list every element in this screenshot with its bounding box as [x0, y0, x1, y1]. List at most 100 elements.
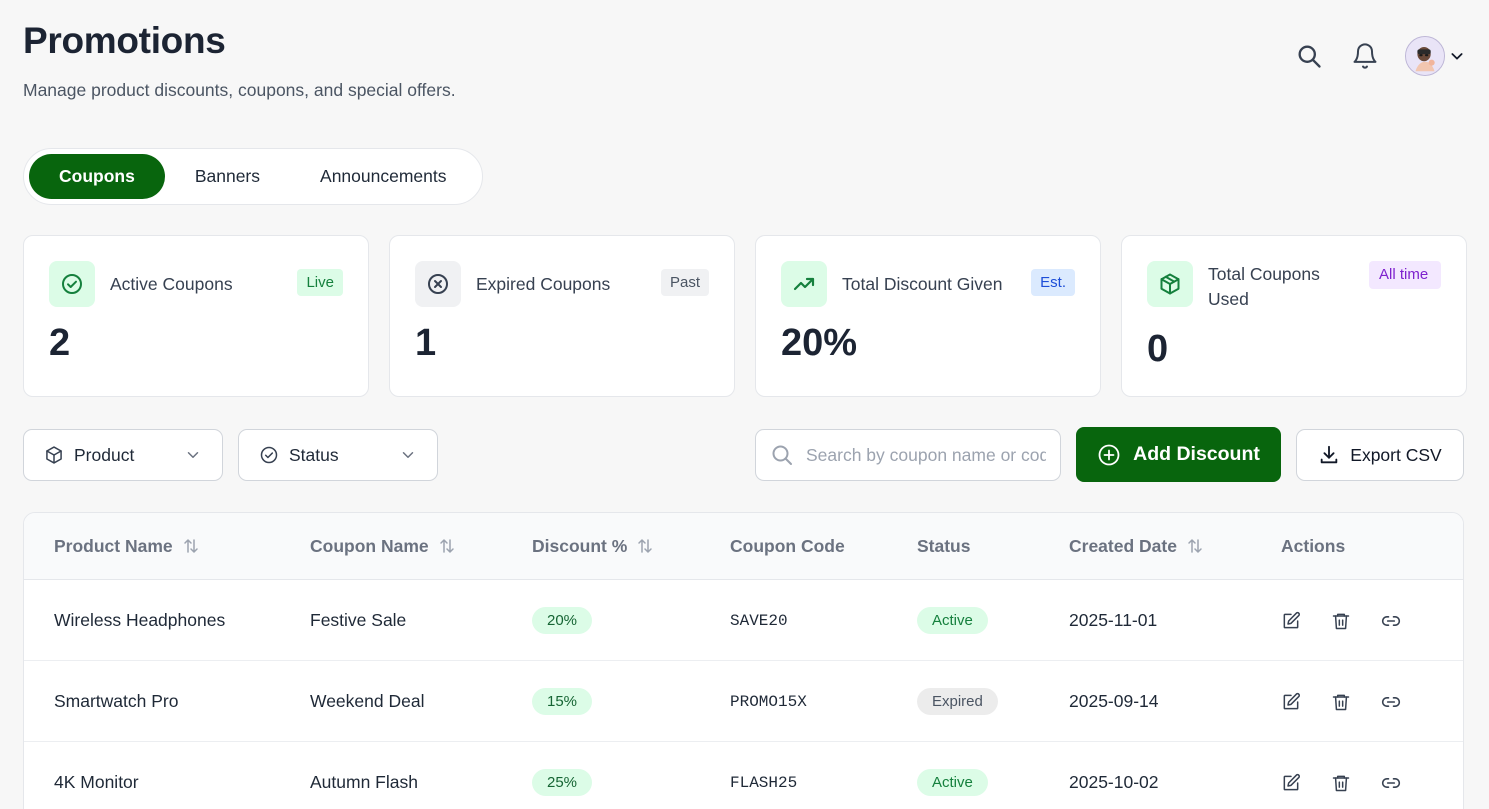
- status-badge: Expired: [917, 688, 998, 715]
- stat-badge: Live: [297, 269, 343, 296]
- coupon-code: FLASH25: [730, 773, 798, 792]
- check-circle-icon: [260, 446, 278, 464]
- coupon-name: Autumn Flash: [310, 772, 418, 792]
- stat-card-coupons-used: Total Coupons Used All time 0: [1121, 235, 1467, 397]
- discount-badge: 25%: [532, 769, 593, 796]
- sort-icon: [638, 539, 653, 553]
- avatar: [1405, 36, 1445, 76]
- box-icon: [46, 446, 62, 464]
- link-icon[interactable]: [1381, 692, 1401, 712]
- discount-cell: 25%: [532, 742, 593, 809]
- stat-value: 20%: [781, 322, 858, 364]
- stats-cards: Active Coupons Live 2 Expired Coupons Pa…: [23, 235, 1467, 397]
- coupon-search: [755, 429, 1061, 481]
- sort-icon: [1188, 539, 1202, 553]
- status-cell: Expired: [917, 661, 998, 742]
- status-filter-label: Status: [289, 444, 339, 465]
- filters: Product Status: [23, 429, 438, 481]
- x-circle-icon: [415, 261, 461, 307]
- tab-announcements[interactable]: Announcements: [290, 154, 476, 199]
- column-label: Created Date: [1069, 535, 1177, 556]
- table-header: Product Name Coupon Name Discount % Coup…: [24, 513, 1463, 580]
- stat-badge: Est.: [1031, 269, 1075, 296]
- stat-value: 0: [1147, 328, 1169, 370]
- column-created-date[interactable]: Created Date: [1069, 513, 1204, 579]
- status-cell: Active: [917, 742, 988, 809]
- download-icon: [1321, 445, 1338, 464]
- stat-badge: Past: [660, 269, 709, 296]
- trash-icon[interactable]: [1331, 773, 1351, 793]
- stat-label: Expired Coupons: [476, 274, 611, 294]
- product-filter-dropdown[interactable]: Product: [23, 429, 223, 481]
- column-label: Product Name: [54, 535, 173, 556]
- created-date: 2025-09-14: [1069, 691, 1159, 711]
- column-label: Actions: [1281, 535, 1346, 556]
- chevron-down-icon: [187, 452, 199, 458]
- product-name: 4K Monitor: [54, 772, 139, 792]
- promotion-tabs: Coupons Banners Announcements: [23, 148, 483, 205]
- column-coupon-name[interactable]: Coupon Name: [310, 513, 456, 579]
- trending-up-icon: [781, 261, 827, 307]
- stat-label: Total Discount Given: [842, 274, 1003, 294]
- add-discount-label: Add Discount: [1133, 443, 1260, 465]
- search-input[interactable]: [806, 444, 1046, 466]
- link-icon[interactable]: [1381, 773, 1401, 793]
- stat-card-active-coupons: Active Coupons Live 2: [23, 235, 369, 397]
- stat-value: 2: [49, 322, 71, 364]
- tab-banners[interactable]: Banners: [165, 154, 290, 199]
- search-icon: [772, 445, 792, 465]
- stat-card-total-discount: Total Discount Given Est. 20%: [755, 235, 1101, 397]
- add-discount-button[interactable]: Add Discount: [1076, 427, 1281, 482]
- page-subtitle: Manage product discounts, coupons, and s…: [23, 80, 456, 100]
- trash-icon[interactable]: [1331, 611, 1351, 631]
- page-title: Promotions: [23, 20, 226, 61]
- search-icon[interactable]: [1289, 36, 1329, 76]
- page-header: Promotions Manage product discounts, cou…: [23, 20, 456, 101]
- product-name: Smartwatch Pro: [54, 691, 179, 711]
- user-menu[interactable]: [1405, 36, 1465, 76]
- coupons-table: Product Name Coupon Name Discount % Coup…: [23, 512, 1464, 809]
- table-row: Wireless Headphones Festive Sale 20% SAV…: [24, 580, 1463, 661]
- sort-icon: [183, 539, 198, 553]
- column-label: Coupon Name: [310, 535, 429, 556]
- row-actions: [1281, 580, 1401, 661]
- discount-badge: 20%: [532, 607, 593, 634]
- column-label: Discount %: [532, 535, 628, 556]
- table-row: Smartwatch Pro Weekend Deal 15% PROMO15X…: [24, 661, 1463, 742]
- coupon-name: Weekend Deal: [310, 691, 425, 711]
- status-badge: Active: [917, 607, 988, 634]
- coupon-code: SAVE20: [730, 611, 788, 630]
- stat-card-expired-coupons: Expired Coupons Past 1: [389, 235, 735, 397]
- sort-icon: [439, 539, 454, 553]
- discount-cell: 15%: [532, 661, 593, 742]
- bell-icon[interactable]: [1345, 36, 1385, 76]
- stat-badge: All time: [1369, 261, 1441, 289]
- link-icon[interactable]: [1381, 611, 1401, 631]
- edit-icon[interactable]: [1281, 773, 1301, 793]
- discount-cell: 20%: [532, 580, 593, 661]
- tab-coupons[interactable]: Coupons: [29, 154, 165, 199]
- export-csv-label: Export CSV: [1350, 444, 1442, 465]
- column-actions: Actions: [1281, 513, 1345, 579]
- export-csv-button[interactable]: Export CSV: [1296, 429, 1464, 481]
- created-date: 2025-11-01: [1069, 610, 1158, 630]
- package-icon: [1147, 261, 1193, 307]
- row-actions: [1281, 742, 1401, 809]
- column-label: Coupon Code: [730, 535, 845, 556]
- column-status: Status: [917, 513, 970, 579]
- edit-icon[interactable]: [1281, 611, 1301, 631]
- table-row: 4K Monitor Autumn Flash 25% FLASH25 Acti…: [24, 742, 1463, 809]
- stat-value: 1: [415, 322, 437, 364]
- row-actions: [1281, 661, 1401, 742]
- column-coupon-code: Coupon Code: [730, 513, 845, 579]
- edit-icon[interactable]: [1281, 692, 1301, 712]
- status-filter-dropdown[interactable]: Status: [238, 429, 438, 481]
- product-name: Wireless Headphones: [54, 610, 226, 630]
- column-product-name[interactable]: Product Name: [54, 513, 200, 579]
- created-date: 2025-10-02: [1069, 772, 1159, 792]
- discount-badge: 15%: [532, 688, 593, 715]
- trash-icon[interactable]: [1331, 692, 1351, 712]
- status-cell: Active: [917, 580, 988, 661]
- plus-circle-icon: [1098, 444, 1120, 465]
- column-discount[interactable]: Discount %: [532, 513, 654, 579]
